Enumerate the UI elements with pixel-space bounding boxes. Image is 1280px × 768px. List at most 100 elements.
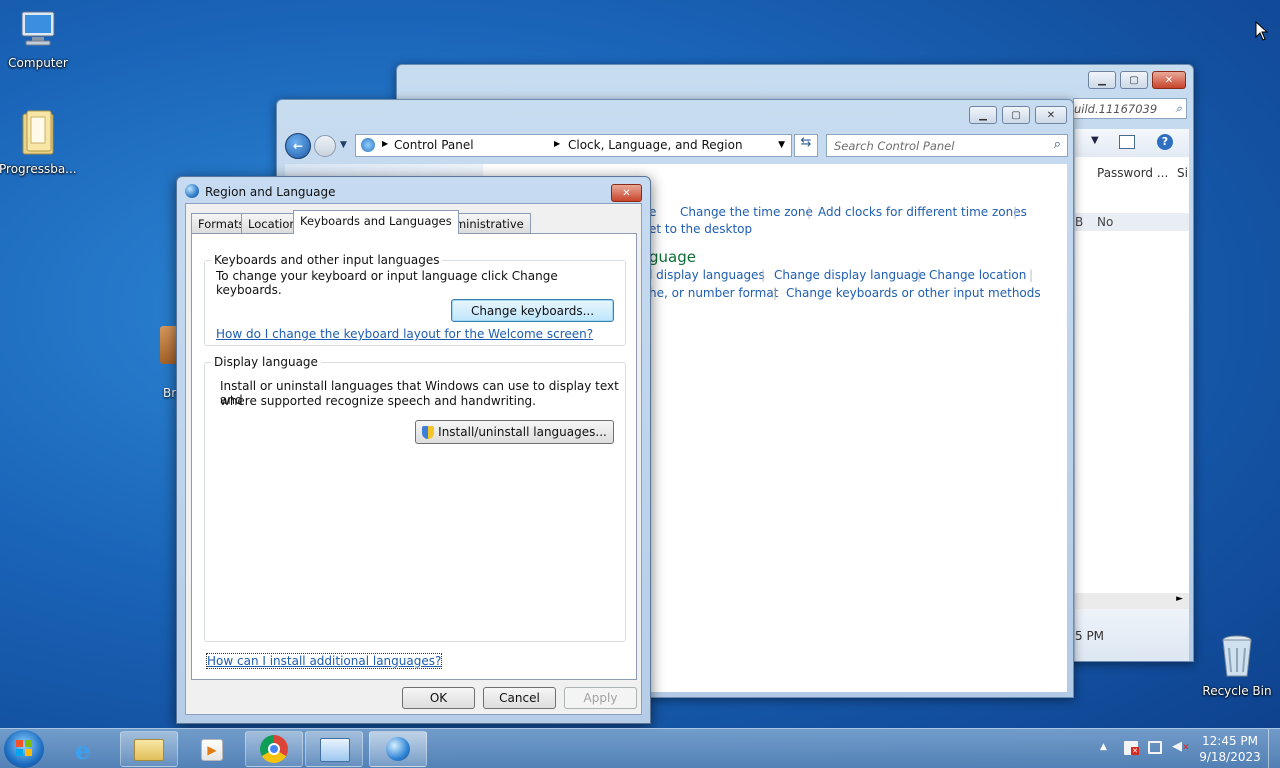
link-desktop-gadget[interactable]: et to the desktop <box>649 222 752 236</box>
ok-button[interactable]: OK <box>402 687 475 709</box>
start-button[interactable] <box>4 730 44 768</box>
clock[interactable]: 12:45 PM 9/18/2023 <box>1196 733 1264 765</box>
back-button[interactable]: ← <box>285 133 311 159</box>
keyboards-group: Keyboards and other input languages To c… <box>204 253 626 346</box>
breadcrumb-clock-language-region[interactable]: Clock, Language, and Region <box>568 138 743 152</box>
file-list[interactable]: Password ... Si B No ► <box>1075 157 1189 609</box>
scroll-right-icon[interactable]: ► <box>1176 594 1183 604</box>
recycle-bin-icon <box>1217 632 1257 680</box>
desktop-icon-computer[interactable]: Computer <box>0 8 76 70</box>
section-heading-region-language[interactable]: guage <box>649 248 696 266</box>
close-button[interactable]: ✕ <box>1035 106 1067 124</box>
taskbar-media-player[interactable]: ▶ <box>184 731 242 767</box>
table-row[interactable]: B No <box>1075 213 1189 231</box>
link-change-date-time-format[interactable]: he, or number format <box>649 286 778 300</box>
tab-keyboards-languages[interactable]: Keyboards and Languages <box>293 210 459 234</box>
maximize-button[interactable]: ▢ <box>1002 106 1030 124</box>
desktop-icon-progressbar[interactable]: Progressba... <box>0 108 77 176</box>
breadcrumb-separator-icon: ▶ <box>382 139 389 148</box>
breadcrumb-control-panel[interactable]: Control Panel <box>394 138 474 152</box>
preview-pane-icon[interactable] <box>1119 135 1135 149</box>
recent-pages-icon[interactable]: ▼ <box>340 140 347 150</box>
taskbar-region-language[interactable] <box>369 731 427 767</box>
search-icon: ⌕ <box>1175 101 1182 115</box>
link-change-location[interactable]: Change location <box>929 268 1026 282</box>
taskbar-control-panel[interactable] <box>305 731 363 767</box>
uac-shield-icon <box>422 425 435 439</box>
computer-icon <box>16 8 60 52</box>
dialog-title: Region and Language <box>205 185 336 199</box>
link-divider: | <box>917 268 922 282</box>
link-divider: | <box>773 286 778 300</box>
maximize-button[interactable]: ▢ <box>1120 71 1148 89</box>
show-hidden-icons-icon[interactable]: ▲ <box>1100 742 1107 752</box>
taskbar-chrome[interactable] <box>245 731 303 767</box>
clock-date: 9/18/2023 <box>1199 750 1261 764</box>
link-divider: | <box>807 205 812 219</box>
breadcrumb-separator-icon: ▶ <box>554 139 561 148</box>
volume-muted-icon[interactable]: ◀✕ <box>1172 739 1190 754</box>
refresh-button[interactable]: ⇆ <box>794 134 818 157</box>
internet-explorer-icon: e <box>75 736 91 765</box>
taskbar: e ▶ ▲ ✕ ◀✕ 12:45 PM 9/18/2023 <box>0 728 1280 768</box>
help-icon[interactable]: ? <box>1157 134 1173 150</box>
desktop-icon-label: Recycle Bin <box>1202 684 1272 698</box>
toolbar: ▼ ? <box>1075 129 1189 157</box>
desktop-icon-recycle-bin[interactable]: Recycle Bin <box>1199 632 1275 698</box>
display-description-line2: where supported recognize speech and han… <box>220 394 536 408</box>
control-panel-icon <box>361 138 375 152</box>
desktop-icon-label: Computer <box>8 56 68 70</box>
link-change-display-language[interactable]: Change display language <box>774 268 926 282</box>
close-button[interactable]: ✕ <box>611 184 642 202</box>
link-divider: | <box>1013 205 1018 219</box>
close-button[interactable]: ✕ <box>1152 71 1186 89</box>
link-change-keyboards[interactable]: Change keyboards or other input methods <box>786 286 1041 300</box>
desktop-icon-label: Br <box>163 386 177 400</box>
minimize-button[interactable]: ▁ <box>1088 71 1116 89</box>
folder-icon <box>134 739 164 761</box>
display-language-group: Display language Install or uninstall la… <box>204 355 626 642</box>
welcome-screen-link[interactable]: How do I change the keyboard layout for … <box>216 327 593 341</box>
globe-icon <box>386 737 410 761</box>
network-icon[interactable] <box>1148 741 1162 754</box>
install-additional-languages-link[interactable]: How can I install additional languages? <box>205 653 443 669</box>
column-header-si[interactable]: Si <box>1177 166 1188 180</box>
address-bar[interactable]: ▶ Control Panel ▶ Clock, Language, and R… <box>355 134 792 157</box>
horizontal-scrollbar[interactable]: ► <box>1075 593 1189 609</box>
link-add-clocks[interactable]: Add clocks for different time zones <box>818 205 1027 219</box>
globe-icon <box>185 184 199 198</box>
search-input[interactable]: Search Control Panel ⌕ <box>826 134 1068 157</box>
install-uninstall-languages-button[interactable]: Install/uninstall languages... <box>415 420 614 444</box>
install-button-label: Install/uninstall languages... <box>438 425 607 439</box>
folder-icon <box>15 108 59 158</box>
views-dropdown-icon[interactable]: ▼ <box>1091 135 1099 146</box>
link-change-time-zone[interactable]: Change the time zone <box>680 205 813 219</box>
action-center-flag-icon[interactable]: ✕ <box>1124 741 1139 755</box>
search-placeholder: Search Control Panel <box>834 139 955 153</box>
search-icon: ⌕ <box>1053 137 1061 152</box>
search-text: uild.11167039 <box>1074 102 1158 116</box>
change-keyboards-button[interactable]: Change keyboards... <box>451 299 614 322</box>
cell-text: B <box>1075 215 1084 229</box>
briefcase-icon <box>160 326 176 364</box>
address-dropdown-icon[interactable]: ▼ <box>778 140 785 150</box>
taskbar-internet-explorer[interactable]: e <box>60 731 118 767</box>
column-header-password[interactable]: Password ... <box>1097 166 1168 180</box>
control-panel-icon <box>320 738 350 762</box>
forward-button[interactable] <box>314 135 336 157</box>
display-group-title: Display language <box>211 355 321 369</box>
show-desktop-button[interactable] <box>1268 729 1280 768</box>
taskbar-file-explorer[interactable] <box>120 731 178 767</box>
media-player-icon: ▶ <box>201 739 223 761</box>
region-language-dialog[interactable]: Region and Language ✕ Formats Location K… <box>176 176 651 724</box>
search-box[interactable]: uild.11167039 ⌕ <box>1073 98 1187 119</box>
link-install-display-languages[interactable]: l display languages <box>649 268 765 282</box>
details-time: 5 PM <box>1075 629 1105 643</box>
desktop-icon-label: Progressba... <box>0 162 77 176</box>
mouse-cursor-icon <box>1255 21 1269 41</box>
windows-logo-icon <box>16 740 32 756</box>
minimize-button[interactable]: ▁ <box>969 106 997 124</box>
apply-button[interactable]: Apply <box>564 687 637 709</box>
details-pane: 5 PM <box>1075 609 1189 661</box>
cancel-button[interactable]: Cancel <box>483 687 556 709</box>
